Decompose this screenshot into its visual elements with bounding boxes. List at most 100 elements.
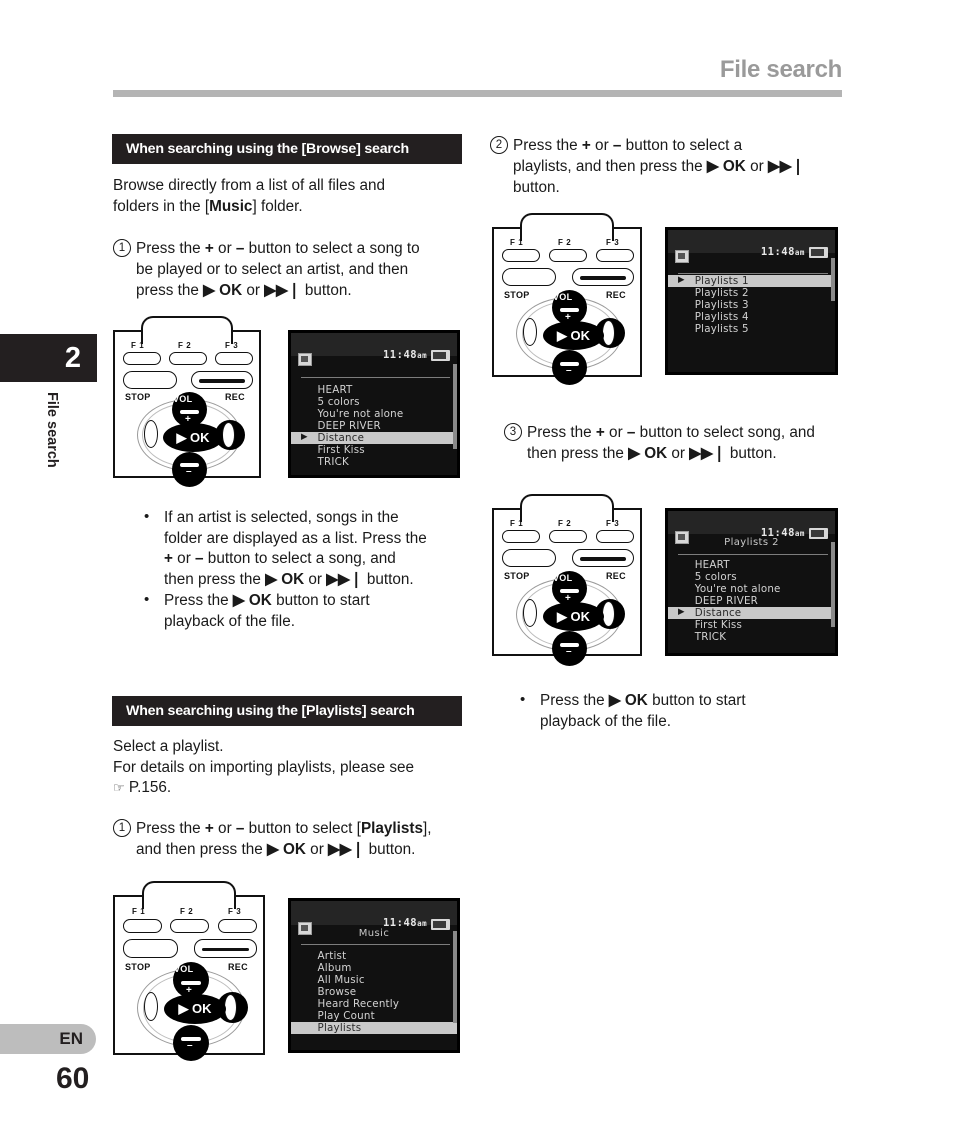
f2-button[interactable]	[170, 919, 209, 933]
f2-label: F 2	[178, 341, 192, 350]
lcd-list-item[interactable]: Play Count	[291, 1010, 457, 1022]
lcd-list-item[interactable]: First Kiss	[668, 619, 835, 631]
fast-forward-button[interactable]	[602, 320, 615, 346]
lcd-list-item[interactable]: TRICK	[668, 631, 835, 643]
ok-button[interactable]: ▶ OK	[164, 994, 226, 1024]
f3-label: F 3	[225, 341, 239, 350]
f2-button[interactable]	[549, 249, 587, 262]
vol-label: VOL	[174, 964, 194, 974]
lcd-list-item[interactable]: HEART	[668, 559, 835, 571]
pls1-d: ],	[423, 820, 432, 837]
s2-line1a: Press the	[513, 137, 582, 154]
f1-button[interactable]	[502, 530, 540, 543]
rec-button[interactable]	[191, 371, 253, 389]
f2-button[interactable]	[169, 352, 207, 365]
ok-button[interactable]: ▶ OK	[543, 321, 604, 350]
lcd-list-item[interactable]: Heard Recently	[291, 998, 457, 1010]
pl-intro-ref: P.156.	[128, 779, 172, 796]
f3-button[interactable]	[596, 530, 634, 543]
left-column: When searching using the [Browse] search…	[112, 0, 462, 1148]
f2-button[interactable]	[549, 530, 587, 543]
rewind-button[interactable]	[144, 992, 158, 1021]
ok-button[interactable]: ▶ OK	[543, 602, 604, 631]
lcd-scrollbar[interactable]	[453, 364, 457, 450]
rewind-button[interactable]	[144, 420, 158, 448]
ok-button-glyph: ▶ OK	[266, 841, 306, 858]
f3-button[interactable]	[596, 249, 634, 262]
lcd-list-item[interactable]: HEART	[291, 384, 457, 396]
stop-label: STOP	[125, 392, 151, 402]
lcd-list-playlists[interactable]: Playlists 1 Playlists 2 Playlists 3 Play…	[668, 275, 835, 335]
device-figure-browse: F 1 F 2 F 3 STOP REC VOL + ▶ OK –	[113, 316, 261, 487]
lcd-list-music[interactable]: Artist Album All Music Browse Heard Rece…	[291, 950, 457, 1035]
vol-label: VOL	[553, 573, 573, 583]
section-header-browse: When searching using the [Browse] search	[112, 134, 462, 164]
plus-key: +	[204, 240, 214, 257]
lcd-list-browse[interactable]: HEART 5 colors You're not alone DEEP RIV…	[291, 384, 457, 468]
browse-step-1: 1 Press the + or – button to select a so…	[113, 238, 484, 301]
rec-button[interactable]	[572, 268, 634, 286]
lcd-list-item[interactable]: Album	[291, 962, 457, 974]
lcd-list-item[interactable]: You're not alone	[668, 583, 835, 595]
lcd-list-songs[interactable]: HEART 5 colors You're not alone DEEP RIV…	[668, 559, 835, 643]
stop-button[interactable]	[502, 549, 556, 567]
f1-button[interactable]	[123, 919, 162, 933]
plus-key: +	[581, 137, 591, 154]
lcd-list-item-selected[interactable]: Distance	[668, 607, 835, 620]
step1-line1-a: Press the	[136, 240, 205, 257]
stop-label: STOP	[504, 571, 530, 581]
lcd-scrollbar[interactable]	[831, 258, 835, 301]
f1-button[interactable]	[123, 352, 161, 365]
rewind-button[interactable]	[523, 599, 537, 627]
lcd-list-item[interactable]: Playlists 3	[668, 299, 835, 311]
lcd-scrollbar[interactable]	[831, 542, 835, 628]
lcd-list-item[interactable]: Playlists 4	[668, 311, 835, 323]
lcd-list-item-selected[interactable]: Playlists	[291, 1022, 457, 1035]
step-number-1: 1	[113, 239, 131, 257]
s3-line2a: then press the	[527, 445, 629, 462]
stop-button[interactable]	[123, 939, 178, 958]
ok-button-glyph: ▶ OK	[265, 570, 305, 588]
lcd-list-item-selected[interactable]: Distance	[291, 432, 457, 445]
lcd-list-item[interactable]: You're not alone	[291, 408, 457, 420]
lcd-list-item[interactable]: Playlists 5	[668, 323, 835, 335]
fast-forward-button[interactable]	[602, 601, 615, 627]
f1-button[interactable]	[502, 249, 540, 262]
lcd-list-item[interactable]: TRICK	[291, 456, 457, 468]
skip-forward-glyph: ▶▶❘	[326, 570, 363, 588]
lcd-list-item[interactable]: DEEP RIVER	[291, 420, 457, 432]
rec-button[interactable]	[572, 549, 634, 567]
lcd-list-item[interactable]: Artist	[291, 950, 457, 962]
lcd-list-item[interactable]: Playlists 2	[668, 287, 835, 299]
lcd-list-item[interactable]: DEEP RIVER	[668, 595, 835, 607]
lcd-list-item[interactable]: Browse	[291, 986, 457, 998]
b1-line1: If an artist is selected, songs in the	[164, 509, 399, 526]
ok-button[interactable]: ▶ OK	[163, 423, 223, 452]
lcd-list-item-selected[interactable]: Playlists 1	[668, 275, 835, 288]
lcd-list-item[interactable]: 5 colors	[668, 571, 835, 583]
b2-line1b: button to start	[271, 592, 370, 609]
lcd-list-item[interactable]: First Kiss	[291, 444, 457, 456]
fast-forward-button[interactable]	[222, 422, 235, 448]
lcd-scrollbar[interactable]	[453, 930, 457, 1024]
ok-button-glyph: ▶ OK	[706, 158, 746, 175]
f3-label: F 3	[606, 238, 620, 247]
rewind-button[interactable]	[523, 318, 537, 346]
stop-button[interactable]	[123, 371, 177, 389]
f1-label: F 1	[132, 907, 146, 916]
pls1-a: Press the	[136, 820, 205, 837]
f3-button[interactable]	[218, 919, 257, 933]
skip-forward-glyph: ▶▶❘	[689, 445, 726, 462]
lcd-list-item[interactable]: All Music	[291, 974, 457, 986]
step-number-2: 2	[490, 136, 508, 154]
device-top-arc	[520, 494, 614, 522]
rec-button[interactable]	[194, 939, 257, 958]
lcd-list-item[interactable]: 5 colors	[291, 396, 457, 408]
playlists-bullet-list: Press the ▶ OK button to start playback …	[512, 690, 842, 733]
pl-intro-line1: Select a playlist.	[113, 738, 224, 755]
playlists-step-1: 1 Press the + or – button to select [Pla…	[113, 818, 486, 860]
b2-line2: playback of the file.	[164, 612, 295, 630]
stop-button[interactable]	[502, 268, 556, 286]
rec-label: REC	[606, 571, 626, 581]
f3-button[interactable]	[215, 352, 253, 365]
